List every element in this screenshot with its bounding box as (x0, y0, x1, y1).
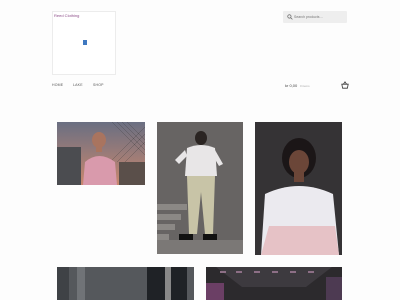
site-logo[interactable]: Reed Clothing (52, 11, 116, 75)
photo-portrait-pink-sweatshirt-fence[interactable] (57, 122, 145, 185)
cart-count[interactable]: 0 items (300, 84, 310, 88)
photo-subway-station[interactable] (206, 267, 342, 300)
logo-mark-icon (83, 40, 87, 45)
photo-portrait-white-pink-sweatshirt[interactable] (255, 122, 342, 255)
cart-total[interactable]: kr 0,00 (285, 83, 297, 88)
basket-icon[interactable] (341, 81, 349, 89)
photo-concrete-wall[interactable] (57, 267, 194, 300)
photo-model-white-top-khaki-pants[interactable] (157, 122, 243, 254)
site-title[interactable]: Reed Clothing (54, 13, 79, 18)
nav-item-home[interactable]: HOME (52, 83, 63, 87)
search-input[interactable] (294, 12, 344, 22)
search-icon[interactable] (287, 14, 293, 20)
search-form (283, 11, 347, 23)
nav-item-lake[interactable]: LAKE (73, 83, 83, 87)
nav-item-shop[interactable]: SHOP (93, 83, 104, 87)
